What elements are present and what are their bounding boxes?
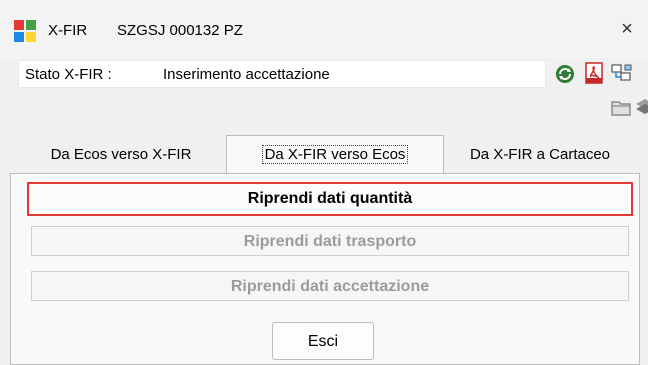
tab-xfir-to-paper[interactable]: Da X-FIR a Cartaceo bbox=[442, 138, 638, 172]
title-bar: X-FIR SZGSJ 000132 PZ × bbox=[0, 0, 648, 58]
tab-bar: Da Ecos verso X-FIR Da X-FIR verso Ecos … bbox=[10, 135, 638, 174]
status-field: Stato X-FIR : Inserimento accettazione bbox=[18, 60, 546, 88]
folder-icon[interactable] bbox=[610, 96, 632, 118]
pdf-icon[interactable] bbox=[583, 62, 605, 84]
stack-icon[interactable] bbox=[634, 96, 648, 118]
status-value: Inserimento accettazione bbox=[163, 66, 330, 83]
riprendi-accettazione-button[interactable]: Riprendi dati accettazione bbox=[31, 271, 629, 301]
riprendi-quantita-button[interactable]: Riprendi dati quantità bbox=[27, 182, 633, 216]
status-label: Stato X-FIR : bbox=[25, 66, 112, 83]
exit-button[interactable]: Esci bbox=[272, 322, 374, 360]
riprendi-trasporto-button[interactable]: Riprendi dati trasporto bbox=[31, 226, 629, 256]
window-title: X-FIR bbox=[48, 22, 88, 39]
tab-label: Da Ecos verso X-FIR bbox=[50, 146, 192, 163]
tab-label: Da X-FIR verso Ecos bbox=[261, 145, 409, 164]
refresh-icon[interactable] bbox=[554, 63, 576, 85]
tab-xfir-to-ecos[interactable]: Da X-FIR verso Ecos bbox=[226, 135, 444, 174]
tab-label: Da X-FIR a Cartaceo bbox=[469, 146, 611, 163]
close-button[interactable]: × bbox=[612, 14, 642, 44]
app-logo-icon bbox=[14, 20, 36, 42]
document-id: SZGSJ 000132 PZ bbox=[117, 22, 243, 39]
tab-ecos-to-xfir[interactable]: Da Ecos verso X-FIR bbox=[16, 138, 226, 172]
network-icon[interactable] bbox=[610, 62, 632, 84]
